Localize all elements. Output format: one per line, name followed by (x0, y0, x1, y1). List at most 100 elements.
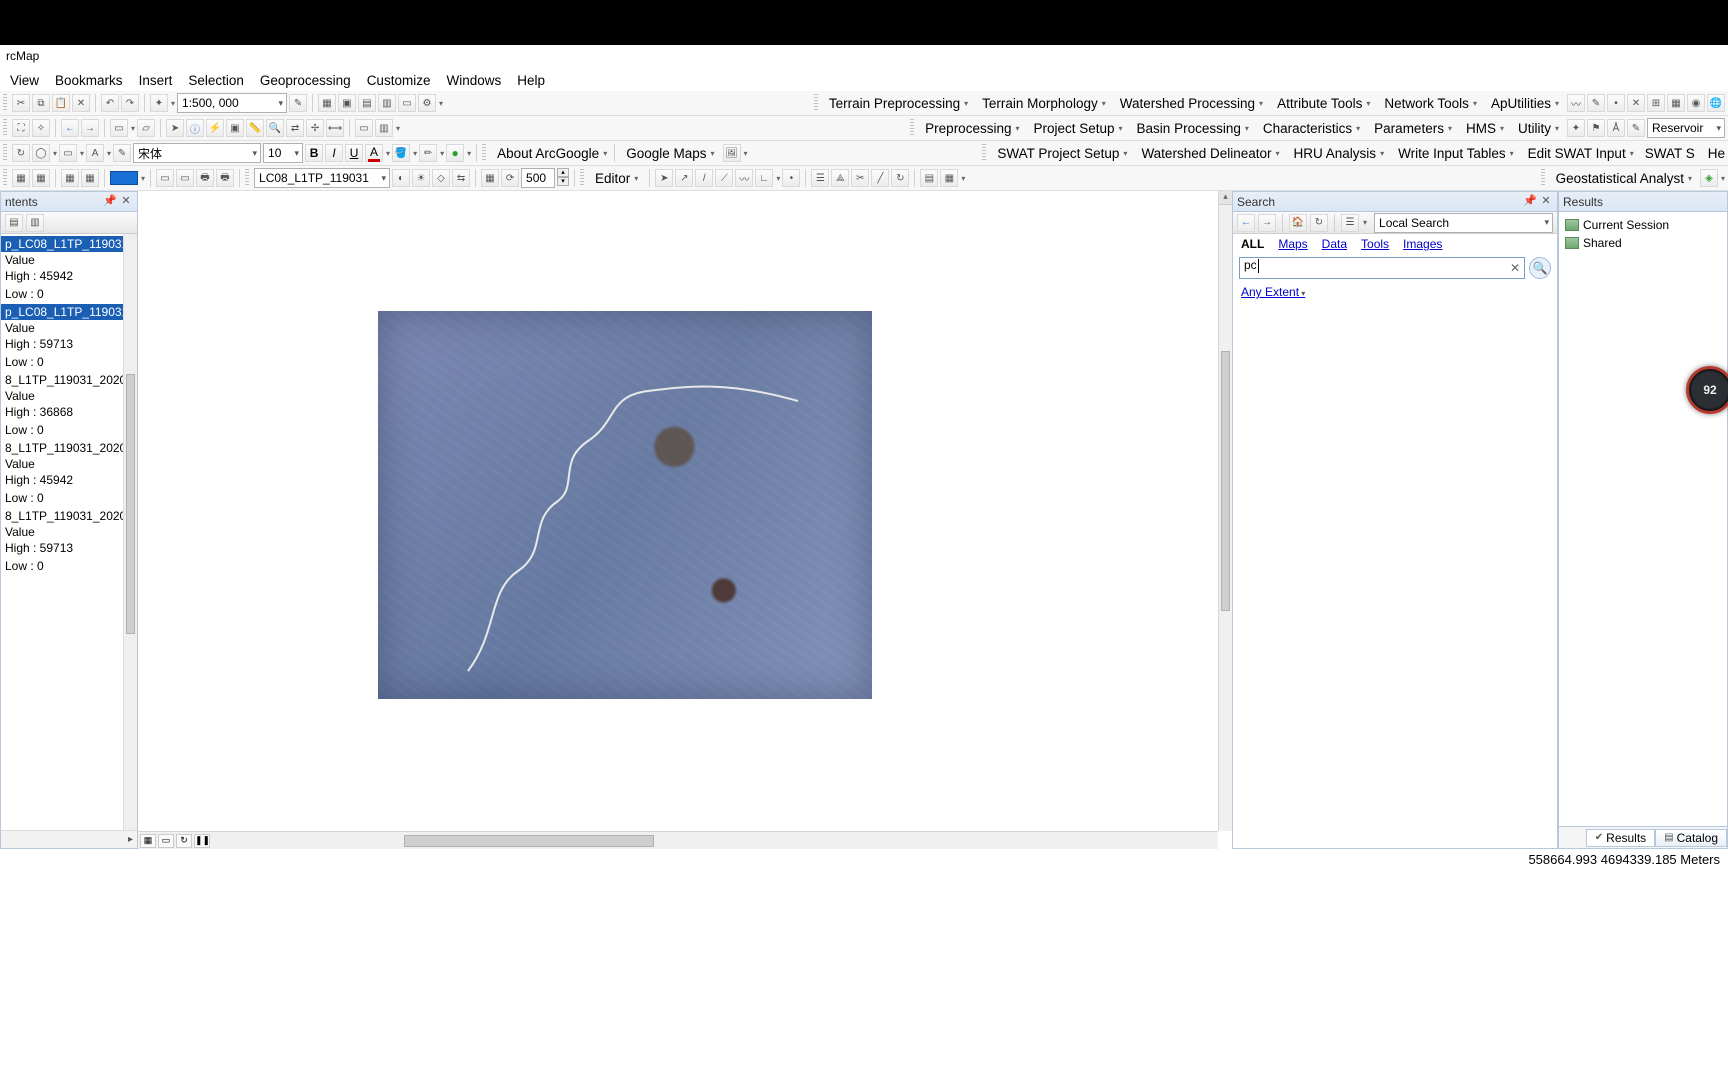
tool-icon[interactable]: Å (1607, 119, 1625, 137)
print2-icon[interactable]: 🖶 (216, 169, 234, 187)
menu-preprocessing[interactable]: Preprocessing (919, 118, 1025, 138)
menu-insert[interactable]: Insert (131, 71, 181, 90)
results-item-shared[interactable]: Shared (1563, 234, 1723, 252)
search-tab-data[interactable]: Data (1322, 237, 1347, 251)
search-tab-images[interactable]: Images (1403, 237, 1442, 251)
menu-network-tools[interactable]: Network Tools (1378, 93, 1483, 113)
straight-icon[interactable]: / (695, 169, 713, 187)
menu-hru-analysis[interactable]: HRU Analysis (1288, 143, 1391, 163)
google-image-icon[interactable]: 🖼 (723, 144, 741, 162)
contrast-icon[interactable]: ◐ (392, 169, 410, 187)
topo-icon[interactable]: ▦ (12, 169, 30, 187)
data-view-button[interactable]: ▦ (140, 834, 156, 848)
measure-icon[interactable]: 📏 (246, 119, 264, 137)
map-vscrollbar[interactable]: ▴ (1218, 191, 1232, 831)
spinner[interactable]: ▴▾ (557, 168, 569, 188)
menu-edit-swat-input[interactable]: Edit SWAT Input (1522, 143, 1640, 163)
flicker-icon[interactable]: ▦ (481, 169, 499, 187)
toc-header[interactable]: ntents 📌 ✕ (1, 192, 137, 212)
menu-windows[interactable]: Windows (438, 71, 509, 90)
search-home-icon[interactable]: 🏠 (1289, 214, 1307, 232)
tool-icon[interactable]: ✦ (1567, 119, 1585, 137)
google-maps-button[interactable]: Google Maps (620, 143, 720, 163)
tab-results[interactable]: ✔Results (1586, 829, 1655, 847)
toolbar-grip[interactable] (1541, 169, 1545, 187)
cut-icon[interactable]: ✂ (12, 94, 30, 112)
text-tool-icon[interactable]: A (86, 144, 104, 162)
italic-icon[interactable]: I (325, 144, 343, 162)
select-features-icon[interactable]: ▭ (110, 119, 128, 137)
identify-icon[interactable]: ⓘ (186, 119, 204, 137)
close-icon[interactable]: ✕ (119, 195, 133, 209)
find-route-icon[interactable]: ⇄ (286, 119, 304, 137)
search-input[interactable]: pc ✕ (1239, 257, 1525, 279)
bold-icon[interactable]: B (305, 144, 323, 162)
help-hint[interactable]: He (1708, 146, 1725, 161)
toc-scrollbar[interactable] (123, 234, 137, 830)
about-arcgoogle-button[interactable]: About ArcGoogle (491, 143, 609, 163)
print-icon[interactable]: 🖶 (196, 169, 214, 187)
search-index-icon[interactable]: ☰ (1341, 214, 1359, 232)
menu-geoprocessing[interactable]: Geoprocessing (252, 71, 359, 90)
fill-color-icon[interactable]: 🪣 (392, 144, 410, 162)
menu-bookmarks[interactable]: Bookmarks (47, 71, 131, 90)
add-data-icon[interactable]: ✦ (150, 94, 168, 112)
marker-color-icon[interactable]: ● (446, 144, 464, 162)
circle-icon[interactable]: ◯ (32, 144, 50, 162)
paste-icon[interactable]: 📋 (52, 94, 70, 112)
copy-icon[interactable]: ⧉ (32, 94, 50, 112)
toolbar-grip[interactable] (3, 169, 7, 187)
line-color-icon[interactable]: ✏ (419, 144, 437, 162)
layout-view-button[interactable]: ▭ (158, 834, 174, 848)
effects-layer-combo[interactable]: LC08_L1TP_119031 (254, 168, 390, 188)
menu-characteristics[interactable]: Characteristics (1257, 118, 1366, 138)
edit-vertex-icon[interactable]: ✎ (113, 144, 131, 162)
toolbar-grip[interactable] (982, 144, 986, 162)
rectangle-icon[interactable]: ▭ (59, 144, 77, 162)
menu-watershed-processing[interactable]: Watershed Processing (1114, 93, 1269, 113)
topo3-icon[interactable]: ▦ (61, 169, 79, 187)
goto-xy-icon[interactable]: ✢ (306, 119, 324, 137)
tool-icon[interactable]: ▦ (1667, 94, 1685, 112)
topo4-icon[interactable]: ▦ (81, 169, 99, 187)
rotate-icon[interactable]: ↻ (12, 144, 30, 162)
catalog-icon[interactable]: ▤ (358, 94, 376, 112)
tool-icon[interactable]: ✎ (1587, 94, 1605, 112)
toc-layer-selected[interactable]: p_LC08_L1TP_119031_ (1, 304, 123, 320)
refresh-view-button[interactable]: ↻ (176, 834, 192, 848)
toolbar-grip[interactable] (245, 169, 249, 187)
editor-menu[interactable]: Editor (589, 168, 644, 188)
map-canvas[interactable]: ▴ ▦ ▭ ↻ ❚❚ (138, 191, 1232, 849)
time-slider-icon[interactable]: ⟷ (326, 119, 344, 137)
geostat-wizard-icon[interactable]: ◈ (1700, 169, 1718, 187)
toolbar-grip[interactable] (910, 119, 914, 137)
pause-draw-button[interactable]: ❚❚ (194, 834, 210, 848)
tool-icon[interactable]: ◉ (1687, 94, 1705, 112)
search-tab-all[interactable]: ALL (1241, 237, 1264, 251)
search-tab-maps[interactable]: Maps (1278, 237, 1307, 251)
tool-icon[interactable]: ✕ (1627, 94, 1645, 112)
edit-vertices-icon[interactable]: ☰ (811, 169, 829, 187)
pin-icon[interactable]: 📌 (1523, 195, 1537, 209)
font-name-combo[interactable]: 宋体 (133, 143, 261, 163)
clear-selection-icon[interactable]: ▱ (137, 119, 155, 137)
html-popup-icon[interactable]: ▣ (226, 119, 244, 137)
attributes-icon[interactable]: ▤ (920, 169, 938, 187)
menu-customize[interactable]: Customize (359, 71, 439, 90)
brightness-icon[interactable]: ☀ (412, 169, 430, 187)
split-icon[interactable]: ╱ (871, 169, 889, 187)
menu-project-setup[interactable]: Project Setup (1027, 118, 1128, 138)
search-tab-tools[interactable]: Tools (1361, 237, 1389, 251)
sketch-icon[interactable]: ▦ (940, 169, 958, 187)
toolbar-grip[interactable] (580, 169, 584, 187)
search-header[interactable]: Search 📌 ✕ (1233, 192, 1557, 212)
menu-view[interactable]: View (2, 71, 47, 90)
menu-write-input-tables[interactable]: Write Input Tables (1392, 143, 1520, 163)
results-header[interactable]: Results (1559, 192, 1727, 212)
transparency-icon[interactable]: ◇ (432, 169, 450, 187)
redo-icon[interactable]: ↷ (121, 94, 139, 112)
tools-icon[interactable]: ▥ (375, 119, 393, 137)
search-extent-dropdown[interactable]: Any Extent (1233, 281, 1557, 303)
toc-layer-selected[interactable]: p_LC08_L1TP_119031 (1, 236, 123, 252)
find-icon[interactable]: 🔍 (266, 119, 284, 137)
